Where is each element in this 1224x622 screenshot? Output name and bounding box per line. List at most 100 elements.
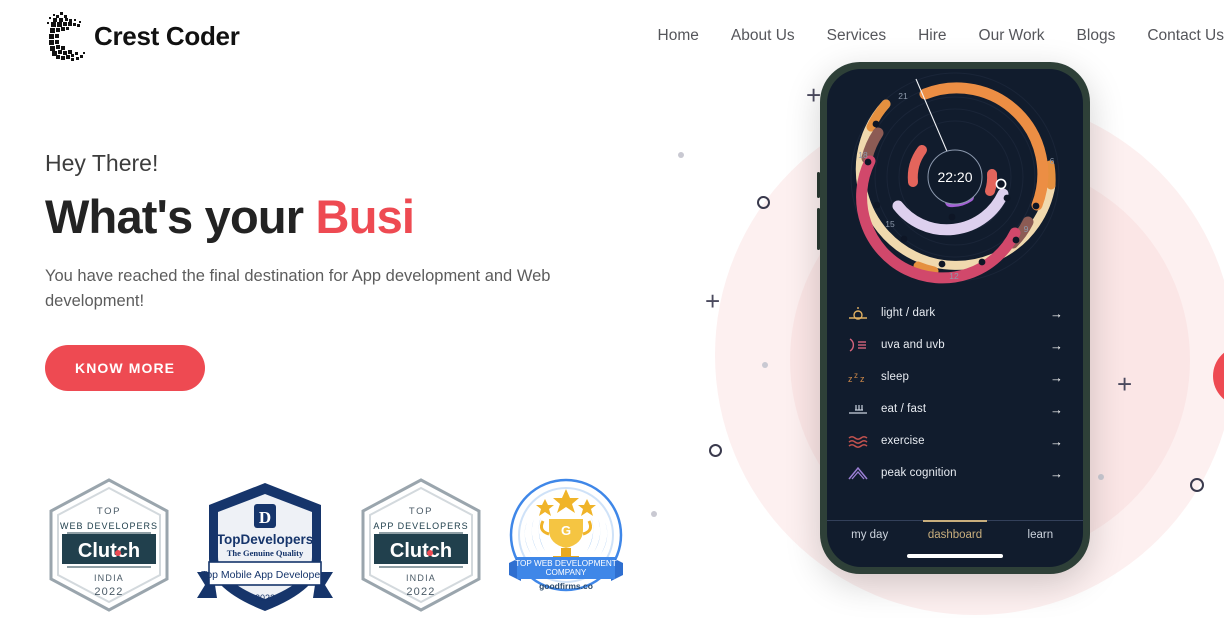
svg-text:12: 12 (949, 271, 959, 281)
svg-text:2022: 2022 (406, 586, 435, 598)
svg-text:TOP: TOP (97, 506, 121, 517)
svg-text:TOP WEB DEVELOPMENT: TOP WEB DEVELOPMENT (515, 559, 617, 568)
menu-item-label: uva and uvb (881, 339, 945, 351)
menu-item-eat-fast[interactable]: eat / fast → (847, 393, 1063, 425)
clutch-top-app-developers[interactable]: TOP APP DEVELOPERS Clutch INDIA 2022 (357, 477, 485, 618)
svg-text:Top Mobile App Developers: Top Mobile App Developers (201, 569, 329, 581)
know-more-button[interactable]: KNOW MORE (45, 344, 206, 391)
goodfirms-top-web-development-company-icon: G TOP WEB DEVELOPMENT COMPANY goodfirms.… (509, 478, 623, 592)
menu-item-exercise[interactable]: exercise → (847, 425, 1063, 457)
circle-decor-icon (709, 444, 722, 457)
dot-decor-icon (1098, 474, 1104, 480)
svg-text:21: 21 (898, 91, 908, 101)
svg-text:9: 9 (1024, 224, 1029, 234)
svg-text:WEB DEVELOPERS: WEB DEVELOPERS (60, 521, 158, 531)
uv-rays-icon (847, 337, 869, 353)
nav-item-services[interactable]: Services (827, 27, 886, 45)
svg-text:z: z (860, 374, 865, 384)
nav-item-about-us[interactable]: About Us (731, 27, 795, 45)
logo[interactable]: Crest Coder (44, 8, 240, 64)
clutch-top-web-developers[interactable]: TOP WEB DEVELOPERS Clutch INDIA 2022 (45, 477, 173, 618)
svg-text:22:20: 22:20 (937, 169, 972, 185)
svg-text:The Genuine Quality: The Genuine Quality (227, 548, 304, 558)
phone-volume-up-button (817, 172, 820, 198)
nav-item-contact-us[interactable]: Contact Us (1147, 27, 1224, 45)
goodfirms-top-web-development-company[interactable]: G TOP WEB DEVELOPMENT COMPANY goodfirms.… (507, 477, 625, 602)
menu-item-sleep[interactable]: z z z sleep → (847, 361, 1063, 393)
nav-item-hire[interactable]: Hire (918, 27, 946, 45)
phone-screen: 22:20 21 18 15 12 9 6 light / dark → uva and uv… (827, 69, 1083, 567)
plus-decor-icon: + (806, 80, 822, 110)
svg-text:z: z (854, 371, 858, 380)
clutch-top-app-developers-icon: TOP APP DEVELOPERS Clutch INDIA 2022 (361, 478, 481, 612)
arrow-right-icon[interactable]: → (1050, 403, 1063, 416)
nav-item-our-work[interactable]: Our Work (979, 27, 1045, 45)
svg-text:COMPANY: COMPANY (546, 568, 587, 577)
dial-chart-icon: 22:20 21 18 15 12 9 6 (850, 72, 1060, 284)
headline-static: What's your (45, 190, 316, 243)
menu-item-label: peak cognition (881, 467, 957, 479)
svg-text:goodfirms.co: goodfirms.co (539, 581, 593, 591)
page-title: What's your Busi (45, 190, 665, 244)
svg-text:Clutch: Clutch (390, 540, 452, 562)
menu-item-peak-cognition[interactable]: peak cognition → (847, 457, 1063, 489)
arrow-right-icon[interactable]: → (1050, 467, 1063, 480)
dot-decor-icon (762, 362, 768, 368)
arrow-right-icon[interactable]: → (1050, 371, 1063, 384)
svg-text:INDIA: INDIA (406, 573, 436, 583)
tab-my-day[interactable]: my day (827, 529, 912, 541)
landing-page: + + + Crest Coder Home About Us Services… (0, 0, 1224, 622)
mountain-peak-icon (847, 465, 869, 481)
svg-text:2022: 2022 (255, 593, 275, 603)
tab-learn[interactable]: learn (998, 529, 1083, 541)
arrow-right-icon[interactable]: → (1050, 339, 1063, 352)
phone-tab-bar: my day dashboard learn (827, 520, 1083, 541)
headline-typed-word: Busi (315, 190, 415, 243)
activity-dial: 22:20 21 18 15 12 9 6 (827, 69, 1083, 291)
menu-item-light-dark[interactable]: light / dark → (847, 297, 1063, 329)
menu-item-label: exercise (881, 435, 925, 447)
logo-text: Crest Coder (94, 20, 240, 51)
svg-text:TOP: TOP (409, 506, 433, 517)
dot-decor-icon (678, 152, 684, 158)
zzz-sleep-icon: zzz (847, 369, 869, 385)
utensils-icon (847, 401, 869, 417)
topdevelopers-top-mobile-app-developers-icon: D TopDevelopers The Genuine Quality Top … (197, 483, 333, 611)
phone-mockup: 22:20 21 18 15 12 9 6 light / dark → uva and uv… (817, 62, 1090, 574)
site-header: Crest Coder Home About Us Services Hire Our … (0, 0, 1224, 72)
phone-menu-list: light / dark → uva and uvb → z z z sleep → eat / … (827, 291, 1083, 489)
plus-decor-icon: + (1117, 369, 1133, 399)
topdevelopers-top-mobile-app-developers[interactable]: D TopDevelopers The Genuine Quality Top … (195, 477, 335, 622)
menu-item-label: light / dark (881, 307, 936, 319)
sunrise-icon (847, 305, 869, 321)
plus-decor-icon: + (705, 286, 721, 316)
menu-item-label: sleep (881, 371, 909, 383)
svg-text:2022: 2022 (94, 586, 123, 598)
svg-text:TopDevelopers: TopDevelopers (217, 532, 314, 547)
award-badges: TOP WEB DEVELOPERS Clutch INDIA 2022 D T… (45, 477, 625, 622)
menu-item-uva-and-uvb[interactable]: uva and uvb → (847, 329, 1063, 361)
svg-text:z: z (848, 374, 853, 384)
pixelated-c-logo-icon (47, 12, 85, 61)
hero-greeting: Hey There! (45, 150, 159, 176)
svg-text:G: G (561, 523, 571, 538)
nav-item-home[interactable]: Home (658, 27, 699, 45)
arrow-right-icon[interactable]: → (1050, 307, 1063, 320)
nav-item-blogs[interactable]: Blogs (1077, 27, 1116, 45)
svg-text:18: 18 (858, 150, 868, 160)
svg-text:Clutch: Clutch (78, 540, 140, 562)
circle-decor-icon (757, 196, 770, 209)
tab-dashboard[interactable]: dashboard (912, 520, 997, 541)
phone-volume-down-button (817, 208, 820, 250)
arrow-right-icon[interactable]: → (1050, 435, 1063, 448)
hero-section: Hey There! What's your Busi You have rea… (45, 150, 665, 391)
waves-exercise-icon (847, 433, 869, 449)
svg-text:INDIA: INDIA (94, 573, 124, 583)
hero-subcopy: You have reached the final destination f… (45, 266, 551, 311)
menu-item-label: eat / fast (881, 403, 927, 415)
svg-text:APP DEVELOPERS: APP DEVELOPERS (373, 521, 468, 531)
svg-text:6: 6 (1050, 156, 1055, 166)
svg-text:15: 15 (885, 219, 895, 229)
home-indicator (907, 554, 1003, 558)
circle-decor-icon (1190, 478, 1204, 492)
